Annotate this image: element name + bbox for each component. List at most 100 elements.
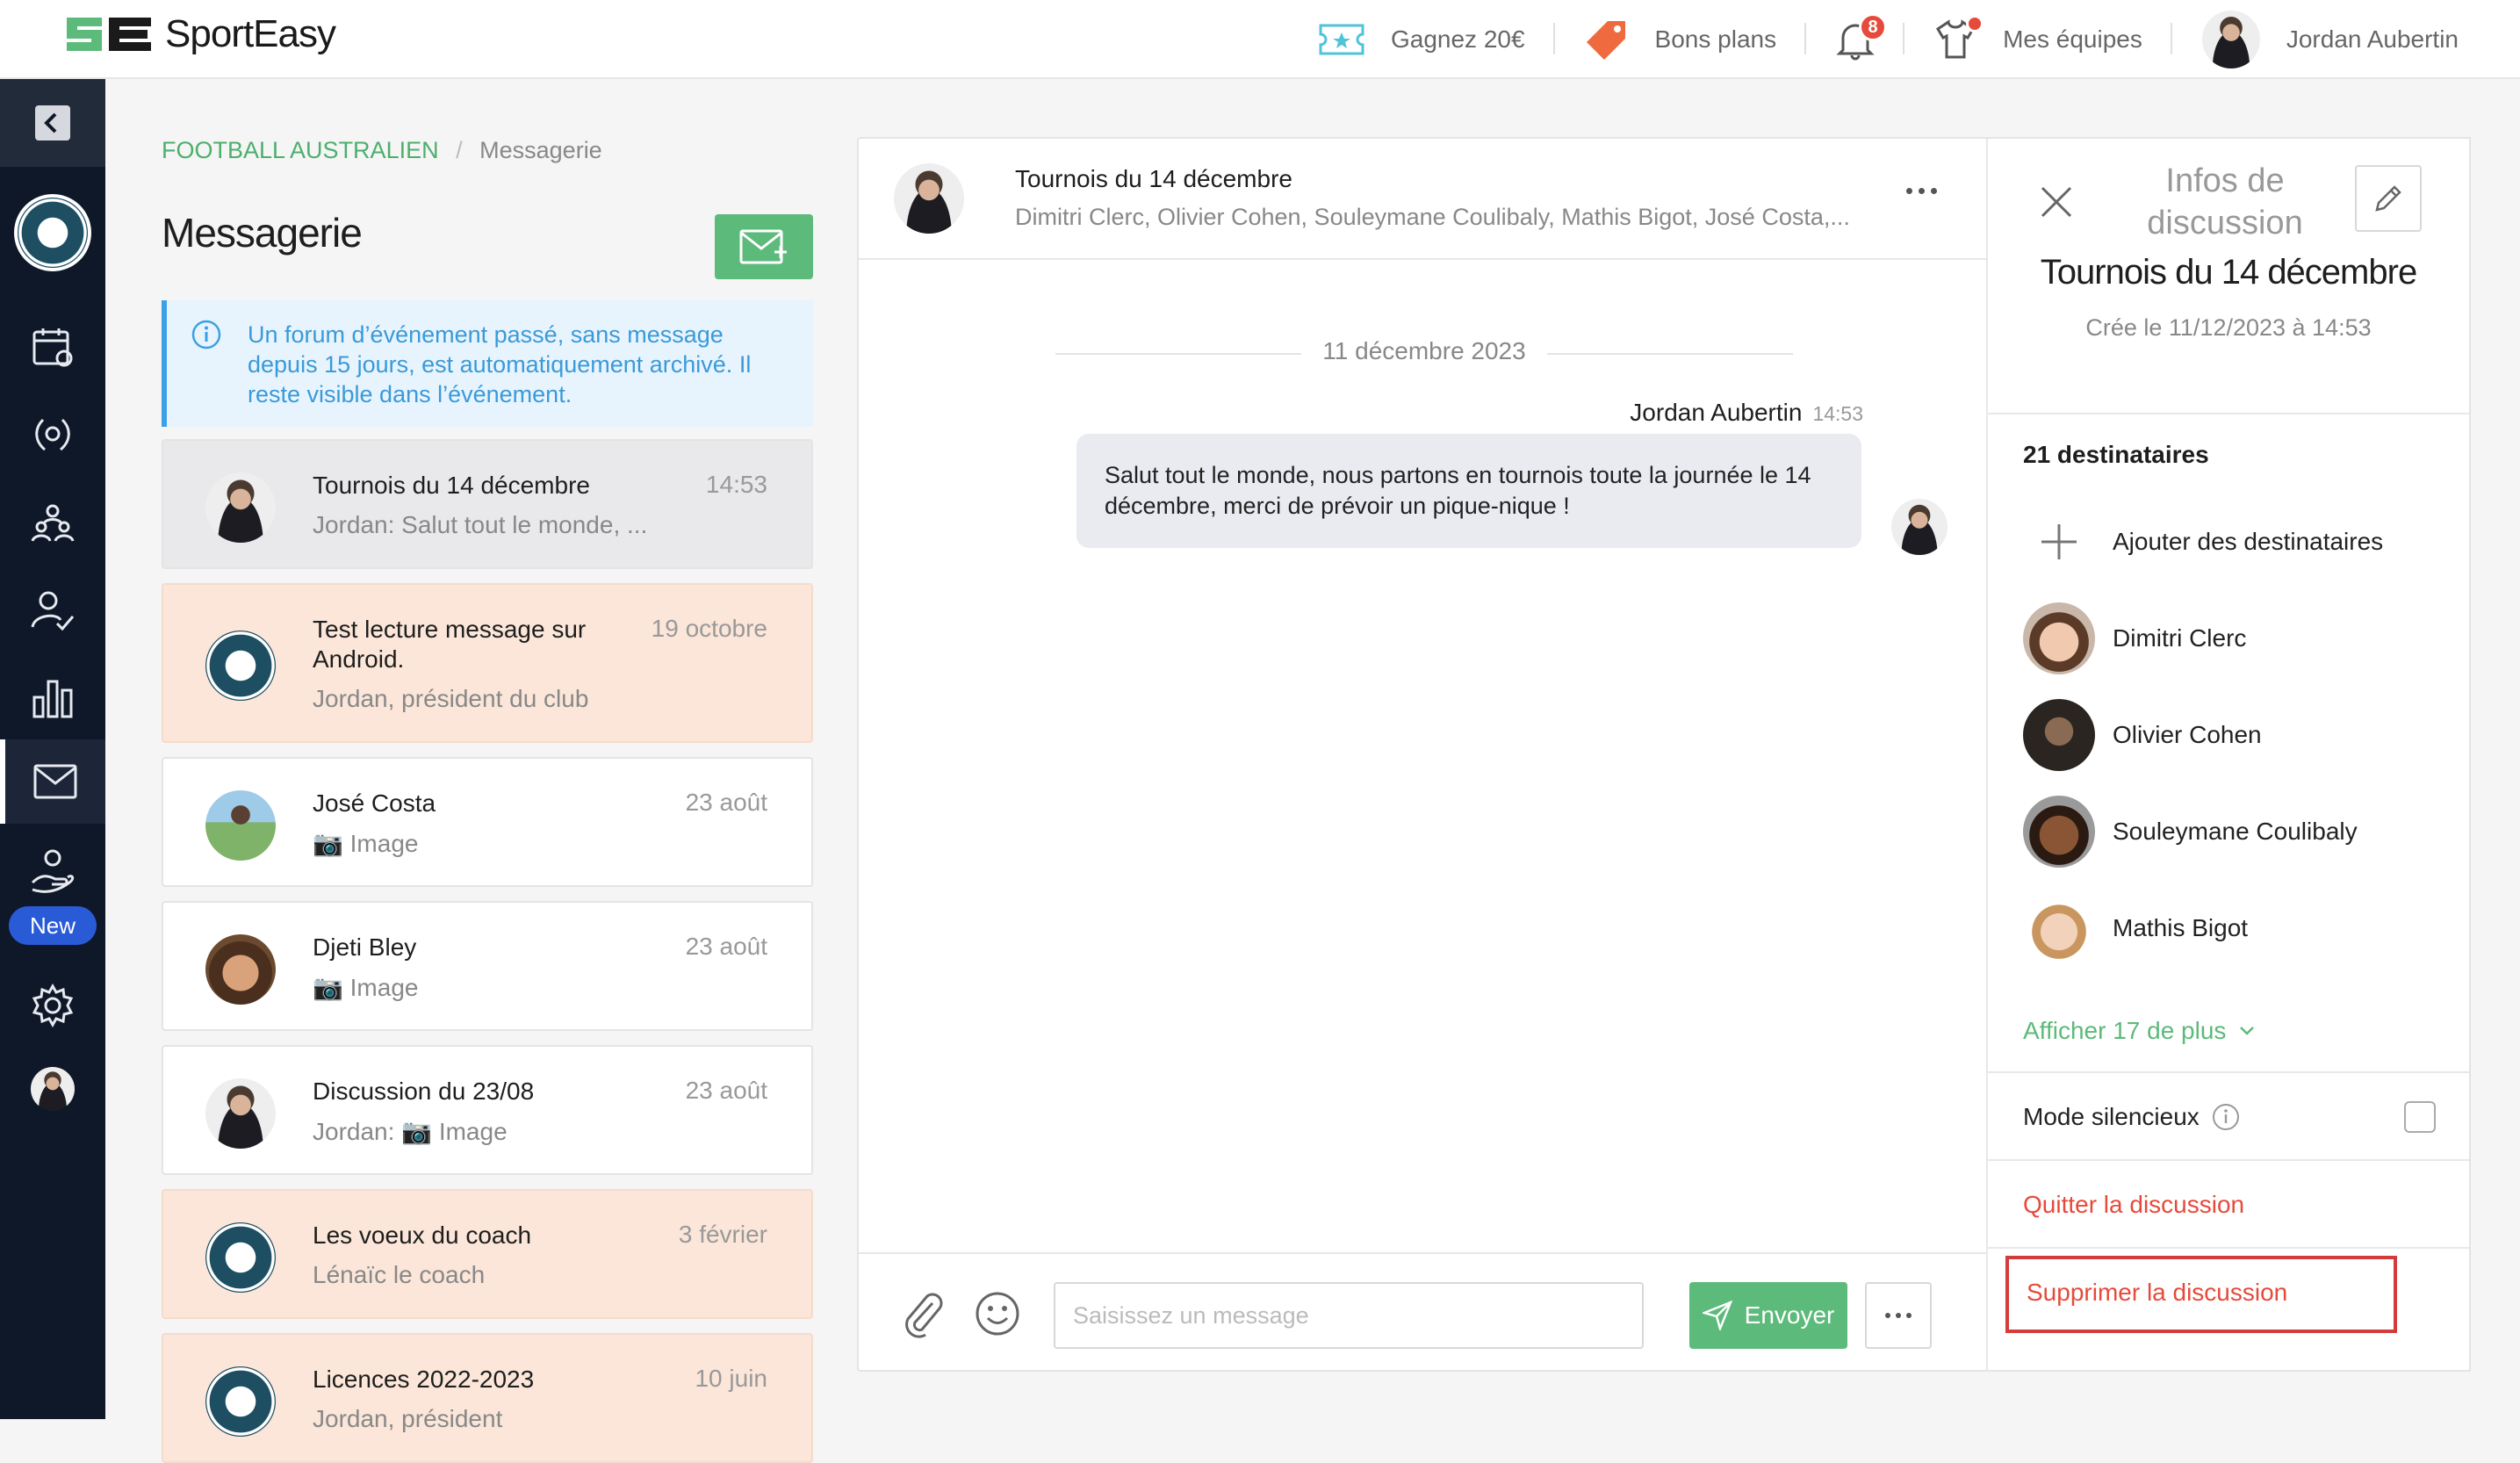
top-nav: Gagnez 20€ Bons plans 8 Mes équipes Jord… [1289, 0, 2520, 79]
message-author: Jordan Aubertin 14:53 [1630, 399, 1863, 427]
chat-panel: Tournois du 14 décembre Dimitri Clerc, O… [857, 137, 1988, 1372]
mute-label: Mode silencieux [2023, 1103, 2200, 1130]
date-separator: 11 décembre 2023 [1055, 337, 1793, 365]
conversation-item[interactable]: Djeti Bley 23 août 📷 Image [162, 901, 813, 1031]
message-input[interactable] [1054, 1282, 1644, 1349]
composer-more-button[interactable] [1865, 1282, 1932, 1349]
show-more-recipients-button[interactable]: Afficher 17 de plus [2023, 1017, 2256, 1045]
user-check-icon [31, 591, 75, 631]
collapse-sidebar-button[interactable] [0, 79, 105, 167]
breadcrumb-section[interactable]: FOOTBALL AUSTRALIEN [162, 137, 439, 163]
conversation-item[interactable]: Discussion du 23/08 23 août Jordan: 📷 Im… [162, 1045, 813, 1175]
promo-label: Gagnez 20€ [1390, 25, 1525, 53]
recipient-item[interactable]: Souleymane Coulibaly [2023, 796, 2358, 868]
profile-avatar [31, 1067, 75, 1111]
club-badge-icon [14, 194, 91, 271]
emoji-icon[interactable] [975, 1291, 1020, 1341]
sporteasy-logo-icon [63, 12, 155, 56]
chat-options-button[interactable] [1906, 188, 1937, 194]
conversation-date: 23 août [685, 789, 767, 816]
conversation-snippet: 📷 Image [313, 974, 419, 1001]
recipient-avatar [2023, 602, 2095, 674]
recipient-item[interactable]: Dimitri Clerc [2023, 602, 2246, 674]
promo-link[interactable]: Gagnez 20€ [1289, 0, 1555, 79]
conversation-date: 10 juin [695, 1365, 767, 1392]
sidebar-item-competitions[interactable] [0, 395, 105, 474]
mute-row: Mode silencieux [2023, 1103, 2240, 1131]
discussion-title: Tournois du 14 décembre [2040, 253, 2417, 292]
deals-label: Bons plans [1654, 25, 1777, 53]
conversation-title: Licences 2022-2023 [313, 1366, 535, 1393]
hand-heart-icon [31, 849, 75, 893]
ellipsis-icon [1885, 1313, 1890, 1318]
my-teams-label: Mes équipes [2003, 25, 2142, 53]
info-icon[interactable] [2212, 1103, 2240, 1131]
chevron-down-icon [2240, 1027, 2255, 1035]
divider [1988, 1247, 2469, 1249]
conversation-snippet: Jordan, président [313, 1405, 503, 1432]
conversation-date: 19 octobre [651, 615, 767, 642]
recipient-item[interactable]: Olivier Cohen [2023, 699, 2262, 771]
compose-envelope-icon [739, 229, 787, 264]
sidebar-item-attendance[interactable] [0, 571, 105, 650]
recipient-item[interactable]: Mathis Bigot [2023, 892, 2248, 964]
recipients-count: 21 destinataires [2023, 441, 2209, 468]
divider [1988, 1159, 2469, 1161]
new-message-button[interactable] [715, 214, 813, 279]
message-author-name: Jordan Aubertin [1630, 399, 1803, 426]
calendar-icon [32, 328, 73, 367]
conversation-item[interactable]: José Costa 23 août 📷 Image [162, 757, 813, 887]
conversation-title: Les voeux du coach [313, 1222, 532, 1249]
close-icon[interactable] [2039, 184, 2074, 224]
conversation-title: Discussion du 23/08 [313, 1077, 535, 1105]
conversation-item[interactable]: Test lecture message sur Android. 19 oct… [162, 583, 813, 743]
user-name: Jordan Aubertin [2286, 25, 2459, 53]
breadcrumb-current: Messagerie [479, 137, 602, 163]
edit-discussion-button[interactable] [2355, 165, 2422, 232]
recipient-name: Mathis Bigot [2113, 914, 2249, 941]
conversation-title: José Costa [313, 789, 436, 817]
info-panel-header: Infos de discussion [2147, 162, 2303, 241]
sidebar-item-messages[interactable] [0, 739, 105, 824]
add-recipients-button[interactable]: Ajouter des destinataires [2023, 506, 2383, 578]
divider [1988, 413, 2469, 414]
sidebar-item-partners[interactable] [0, 836, 105, 906]
club-badge-icon [205, 1222, 276, 1293]
sidebar-item-statistics[interactable] [0, 659, 105, 738]
recipient-name: Dimitri Clerc [2113, 624, 2247, 652]
notifications-button[interactable]: 8 [1806, 0, 1905, 79]
bar-chart-icon [32, 680, 73, 718]
conversation-item[interactable]: Licences 2022-2023 10 juin Jordan, prési… [162, 1333, 813, 1463]
conversation-date: 23 août [685, 933, 767, 960]
conversation-title: Djeti Bley [313, 933, 417, 961]
mute-checkbox[interactable] [2404, 1101, 2436, 1133]
conversation-item[interactable]: Les voeux du coach 3 février Lénaïc le c… [162, 1189, 813, 1319]
plus-icon [2023, 506, 2095, 578]
bell-icon: 8 [1836, 13, 1888, 61]
sidebar-item-members[interactable] [0, 483, 105, 562]
conversation-snippet: 📷 Image [313, 830, 419, 857]
conversation-avatar [205, 934, 276, 1005]
brand-name: SportEasy [165, 12, 336, 55]
club-badge-icon [205, 631, 276, 701]
paperclip-icon[interactable] [901, 1289, 945, 1343]
conversation-title: Tournois du 14 décembre [313, 472, 590, 499]
top-bar: SportEasy Gagnez 20€ Bons plans 8 Mes éq… [0, 0, 2520, 79]
conversation-snippet: Lénaïc le coach [313, 1261, 486, 1288]
sporteasy-logo[interactable]: SportEasy [63, 12, 336, 56]
sidebar-item-settings[interactable] [0, 966, 105, 1045]
club-logo[interactable] [0, 184, 105, 281]
chevron-left-icon [35, 105, 70, 141]
delete-discussion-button[interactable]: Supprimer la discussion [2005, 1256, 2397, 1333]
conversation-snippet: Jordan: Salut tout le monde, ... [313, 511, 648, 538]
my-teams-link[interactable]: Mes équipes [1904, 0, 2172, 79]
team-members-icon [31, 504, 75, 542]
conversation-item[interactable]: Tournois du 14 décembre 14:53 Jordan: Sa… [162, 439, 813, 569]
leave-discussion-button[interactable]: Quitter la discussion [2023, 1191, 2244, 1219]
user-menu[interactable]: Jordan Aubertin [2172, 0, 2520, 79]
sidebar-item-calendar[interactable] [0, 307, 105, 386]
deals-link[interactable]: Bons plans [1555, 0, 1807, 79]
sidebar-profile-avatar[interactable] [0, 1054, 105, 1124]
archive-info-text: Un forum d’événement passé, sans message… [248, 321, 752, 407]
send-button[interactable]: Envoyer [1689, 1282, 1847, 1349]
